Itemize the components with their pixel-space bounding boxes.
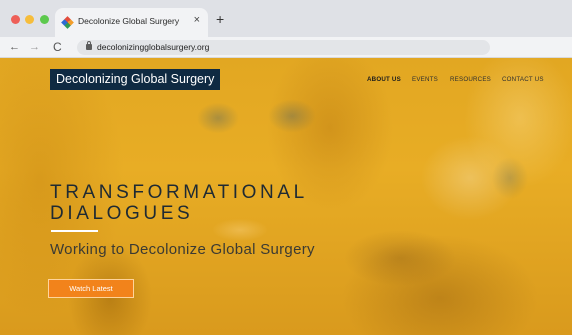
hero-title: TRANSFORMATIONAL DIALOGUES <box>50 182 308 224</box>
lock-icon <box>86 41 92 50</box>
nav-about-us[interactable]: ABOUT US <box>367 76 401 83</box>
url-text: decolonizingglobalsurgery.org <box>97 42 210 52</box>
hero-subtitle: Working to Decolonize Global Surgery <box>50 241 315 258</box>
browser-tab[interactable]: Decolonize Global Surgery × <box>55 8 208 37</box>
site-logo[interactable]: Decolonizing Global Surgery <box>50 69 221 90</box>
tab-title: Decolonize Global Surgery <box>78 16 180 26</box>
minimize-window-button[interactable] <box>25 15 34 24</box>
watch-latest-button[interactable]: Watch Latest <box>48 279 134 298</box>
hero-section: Decolonizing Global Surgery ABOUT US EVE… <box>0 58 572 335</box>
site-favicon-icon <box>61 16 74 29</box>
nav-resources[interactable]: RESOURCES <box>450 76 491 83</box>
browser-toolbar: ← → C decolonizingglobalsurgery.org <box>0 37 572 58</box>
forward-arrow-icon[interactable]: → <box>29 40 40 54</box>
maximize-window-button[interactable] <box>40 15 49 24</box>
hero-divider <box>51 230 98 232</box>
new-tab-button[interactable]: + <box>216 12 224 26</box>
nav-contact-us[interactable]: CONTACT US <box>502 76 544 83</box>
address-bar[interactable]: decolonizingglobalsurgery.org <box>77 40 490 55</box>
reload-icon[interactable]: C <box>53 40 62 54</box>
nav-events[interactable]: EVENTS <box>412 76 438 83</box>
close-tab-icon[interactable]: × <box>194 14 200 26</box>
hero-title-line2: DIALOGUES <box>50 203 194 224</box>
back-arrow-icon[interactable]: ← <box>9 40 20 54</box>
hero-title-line1: TRANSFORMATIONAL <box>50 182 308 203</box>
close-window-button[interactable] <box>11 15 20 24</box>
browser-tab-bar: Decolonize Global Surgery × + <box>0 0 572 37</box>
